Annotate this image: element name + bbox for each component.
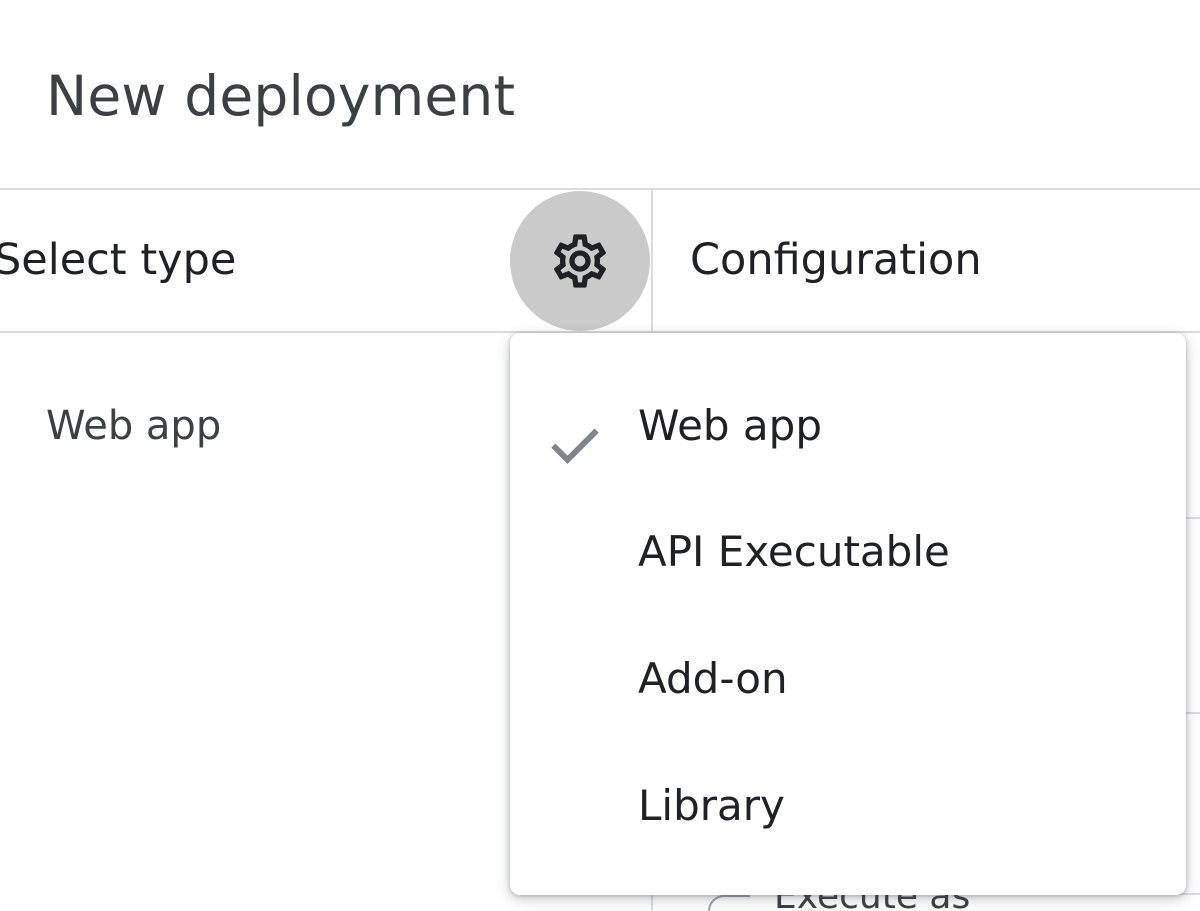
menu-item-add-on[interactable]: Add-on [510,616,1186,742]
config-field-divider [1186,517,1200,519]
configuration-heading: Configuration [690,235,982,285]
gear-icon [554,234,606,288]
header-divider [0,188,1200,190]
dialog-title: New deployment [46,64,516,128]
deployment-type-menu: Web app API Executable Add-on Library [510,333,1186,895]
new-deployment-dialog: New deployment Select type Configuration… [0,0,1200,911]
deployment-type-settings-button[interactable] [510,191,650,331]
menu-item-label: API Executable [638,527,950,576]
menu-item-label: Add-on [638,654,788,703]
execute-as-field[interactable] [708,895,750,911]
menu-item-library[interactable]: Library [510,743,1186,869]
menu-item-web-app[interactable]: Web app [510,363,1186,489]
config-field-divider [1186,712,1200,714]
menu-item-api-executable[interactable]: API Executable [510,489,1186,615]
menu-item-label: Web app [638,401,822,450]
check-icon [551,428,599,464]
menu-item-label: Library [638,781,785,830]
select-type-heading: Select type [0,235,237,285]
selected-type-item[interactable]: Web app [46,396,221,456]
